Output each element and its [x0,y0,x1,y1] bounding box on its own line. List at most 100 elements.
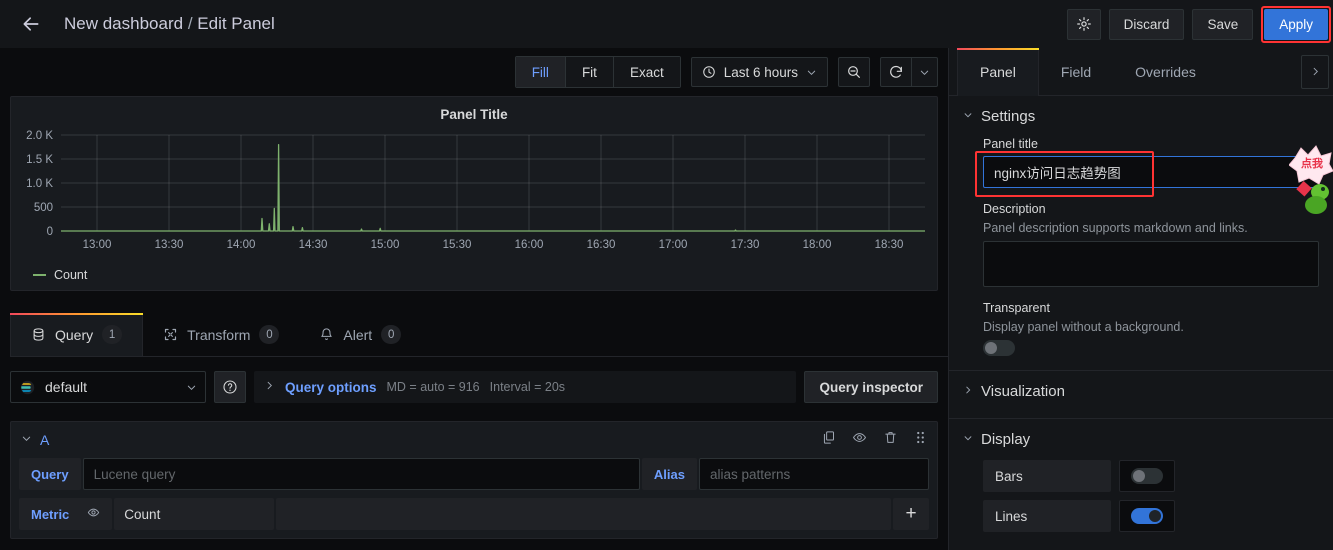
breadcrumb-page: Edit Panel [197,14,275,33]
description-textarea[interactable] [983,241,1319,287]
lines-toggle[interactable] [1131,508,1163,524]
metric-visibility-icon[interactable] [87,506,100,522]
datasource-picker[interactable]: default [10,371,206,403]
section-display-header[interactable]: Display [949,419,1333,460]
back-button[interactable] [14,7,48,41]
refresh-interval-button[interactable] [912,57,938,87]
header-actions: Discard Save Apply [1066,5,1331,43]
add-metric-button[interactable]: + [893,498,929,530]
chart-canvas: 2.0 K 1.5 K 1.0 K 500 0 13:00 13:30 14:00 14:30 1… [26,130,925,251]
description-label: Description [983,202,1046,216]
size-mode-fit[interactable]: Fit [565,57,614,87]
svg-text:14:30: 14:30 [299,239,328,251]
refresh-group [880,57,938,87]
svg-text:17:00: 17:00 [659,239,688,251]
panel-title-text: Panel Title [440,107,508,122]
query-input-row: Query Lucene query Alias alias patterns [11,458,937,498]
alias-placeholder: alias patterns [710,466,791,482]
bell-icon [321,328,333,340]
chevron-down-icon [920,70,929,75]
tab-alert-count: 0 [381,325,402,344]
tab-alert[interactable]: Alert 0 [299,313,421,356]
query-editor-header: A [11,422,937,458]
query-action-icons [821,430,927,450]
svg-text:18:30: 18:30 [875,239,904,251]
svg-text:16:30: 16:30 [587,239,616,251]
bars-toggle[interactable] [1131,468,1163,484]
zoom-out-button[interactable] [838,57,870,87]
query-inspector-button[interactable]: Query inspector [804,371,938,403]
section-settings-header[interactable]: Settings [949,96,1333,137]
tab-field[interactable]: Field [1039,48,1113,96]
alias-input[interactable]: alias patterns [699,458,929,490]
size-mode-exact[interactable]: Exact [613,57,680,87]
query-collapse-toggle[interactable] [21,433,32,447]
legend-label-count[interactable]: Count [54,268,87,282]
tab-panel[interactable]: Panel [957,48,1039,96]
discard-button[interactable]: Discard [1108,8,1185,40]
tab-alert-label: Alert [343,326,373,343]
svg-text:0: 0 [47,226,53,238]
lucene-query-input[interactable]: Lucene query [82,458,640,490]
svg-text:15:30: 15:30 [443,239,472,251]
tab-transform[interactable]: Transform 0 [143,313,299,356]
panel-title-input[interactable]: nginx访问日志趋势图 [983,156,1319,188]
query-ref-id[interactable]: A [40,432,49,448]
metric-row: Metric Count + [11,498,937,538]
display-row-bars: Bars [983,460,1319,492]
panel-title-label: Panel title [983,137,1038,151]
chart-toolbar: Fill Fit Exact Last 6 hours [0,48,948,96]
panel-title-highlight: nginx访问日志趋势图 [975,151,1319,197]
tab-overrides[interactable]: Overrides [1113,48,1218,96]
refresh-button[interactable] [880,57,912,87]
visualization-caret-icon [963,385,971,398]
trash-icon [885,432,896,443]
tab-transform-label: Transform [187,326,251,343]
metric-aggregation-select[interactable]: Count [114,498,275,530]
time-series-chart[interactable]: 2.0 K 1.5 K 1.0 K 500 0 13:00 13:30 14:00 14:30 1… [11,127,937,257]
drag-query-handle[interactable] [914,430,927,450]
eye-icon [852,433,867,442]
alias-field-label: Alias [641,458,697,490]
chevron-down-icon [807,70,816,75]
options-pane: Panel Field Overrides Settings Panel tit… [948,48,1333,550]
refresh-icon [890,65,902,78]
svg-text:2.0 K: 2.0 K [26,130,53,142]
svg-text:1.0 K: 1.0 K [26,178,53,190]
duplicate-query-button[interactable] [821,430,836,450]
query-options-bar[interactable]: Query options MD = auto = 916 Interval =… [254,371,797,403]
size-mode-fill[interactable]: Fill [515,57,566,87]
svg-text:13:00: 13:00 [83,239,112,251]
section-visualization-header[interactable]: Visualization [949,371,1333,412]
query-options-label[interactable]: Query options [285,380,377,395]
panel-settings-button[interactable] [1066,8,1101,40]
metric-field-label: Metric [19,498,113,530]
time-range-label: Last 6 hours [723,64,798,80]
svg-text:15:00: 15:00 [371,239,400,251]
copy-icon [823,431,834,444]
apply-button[interactable]: Apply [1264,8,1328,40]
time-range-picker[interactable]: Last 6 hours [690,57,828,87]
svg-text:18:00: 18:00 [803,239,832,251]
breadcrumb-separator: / [187,14,193,33]
eye-icon [88,508,100,517]
tab-query-label: Query [55,326,94,343]
bars-label: Bars [983,460,1111,492]
svg-text:13:30: 13:30 [155,239,184,251]
apply-button-highlight: Apply [1261,5,1331,43]
transparent-help-text: Display panel without a background. [983,320,1184,334]
section-display-body: Bars Lines [949,460,1333,548]
options-tab-next-button[interactable] [1301,54,1329,89]
query-options-expand-icon[interactable] [264,378,275,396]
help-circle-icon [223,380,237,394]
transparent-toggle[interactable] [983,340,1015,356]
chart-legend: Count [33,268,87,282]
display-caret-icon [963,433,972,446]
toggle-query-visibility-button[interactable] [852,430,867,450]
save-button[interactable]: Save [1192,8,1254,40]
tab-query[interactable]: Query 1 [10,313,144,356]
datasource-help-button[interactable] [214,371,246,403]
breadcrumb-dashboard[interactable]: New dashboard [64,14,183,33]
editor-body: Fill Fit Exact Last 6 hours Panel Title … [0,48,1333,550]
delete-query-button[interactable] [883,430,898,450]
